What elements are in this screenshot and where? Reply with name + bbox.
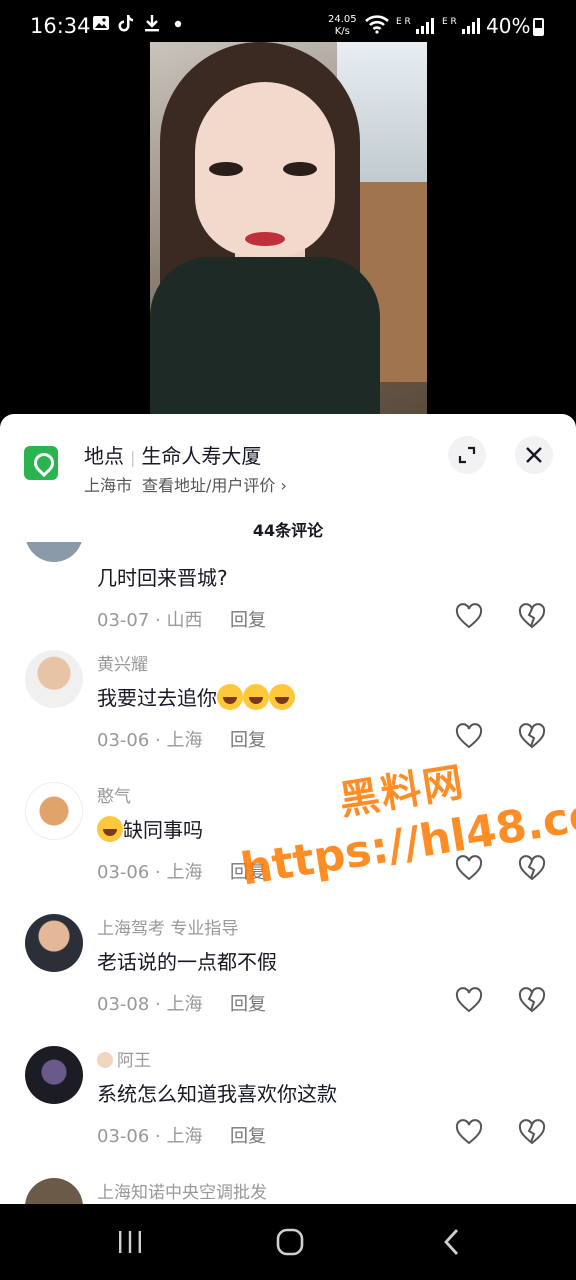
avatar[interactable]: [25, 650, 83, 708]
back-icon: [444, 1229, 459, 1255]
avatar[interactable]: [25, 782, 83, 840]
network-speed: 24.05 K/s: [328, 14, 357, 37]
dot-icon: [174, 14, 182, 37]
reply-button[interactable]: 回复: [230, 990, 266, 1016]
location-reviews-link[interactable]: 查看地址/用户评价 ›: [142, 476, 287, 495]
laughing-emoji-icon: [217, 684, 243, 710]
clock: 16:34: [30, 14, 91, 38]
like-heart-icon[interactable]: [455, 723, 483, 751]
comment-list: 几时回来晋城? 03-07 · 山西 回复 黄兴耀 我要过去追你 03-06 ·…: [0, 542, 576, 1204]
comment-author[interactable]: 阿王: [97, 1046, 151, 1071]
dislike-heart-icon[interactable]: [518, 987, 546, 1015]
comment-meta: 03-07 · 山西: [97, 610, 203, 631]
like-heart-icon[interactable]: [455, 1119, 483, 1147]
laughing-emoji-icon: [243, 684, 269, 710]
location-title: 地点 | 生命人寿大厦: [84, 440, 261, 469]
reply-button[interactable]: 回复: [230, 606, 266, 632]
signal-icon: E R: [442, 14, 482, 41]
comment-item[interactable]: 上海知诺中央空调批发: [0, 1178, 576, 1204]
comment-text: 老话说的一点都不假: [97, 950, 277, 974]
home-icon: [276, 1228, 304, 1256]
like-heart-icon[interactable]: [455, 603, 483, 631]
close-icon: [526, 447, 542, 463]
comment-count: 44条评论: [252, 521, 324, 540]
comment-item[interactable]: 几时回来晋城? 03-07 · 山西 回复: [0, 542, 576, 662]
video-person-face: [195, 82, 335, 257]
comment-item[interactable]: 黄兴耀 我要过去追你 03-06 · 上海 回复: [0, 650, 576, 782]
video-frame: [150, 42, 427, 422]
back-button[interactable]: [422, 1222, 482, 1262]
recent-apps-icon: [119, 1231, 141, 1253]
like-heart-icon[interactable]: [455, 987, 483, 1015]
location-header[interactable]: 地点 | 生命人寿大厦 上海市 查看地址/用户评价 ›: [0, 414, 576, 504]
battery-level-fill: [535, 28, 542, 34]
dislike-heart-icon[interactable]: [518, 723, 546, 751]
comment-author[interactable]: 憨气: [97, 782, 131, 807]
location-divider: |: [130, 448, 136, 467]
comment-sheet: 地点 | 生命人寿大厦 上海市 查看地址/用户评价 › 44条评论 几时回来晋城? 0…: [0, 414, 576, 1204]
person-emoji-icon: [97, 1052, 113, 1068]
wifi-icon: [364, 14, 390, 39]
video-person-lips: [245, 232, 285, 246]
download-icon: [144, 14, 160, 37]
recent-apps-button[interactable]: [100, 1222, 160, 1262]
avatar[interactable]: [25, 1178, 83, 1204]
location-subtitle: 上海市 查看地址/用户评价 ›: [84, 472, 287, 496]
comment-author[interactable]: 黄兴耀: [97, 650, 148, 675]
comment-author[interactable]: 上海驾考 专业指导: [97, 914, 238, 939]
comment-meta: 03-06 · 上海: [97, 1126, 203, 1147]
comment-item[interactable]: 憨气 缺同事吗 03-06 · 上海 回复: [0, 782, 576, 914]
location-pin-icon: [24, 446, 58, 480]
shy-emoji-icon: [97, 816, 123, 842]
like-heart-icon[interactable]: [455, 855, 483, 883]
comment-text: 系统怎么知道我喜欢你这款: [97, 1082, 337, 1106]
comment-item[interactable]: 上海驾考 专业指导 老话说的一点都不假 03-08 · 上海 回复: [0, 914, 576, 1046]
expand-button[interactable]: [448, 436, 486, 474]
comment-item[interactable]: 阿王 系统怎么知道我喜欢你这款 03-06 · 上海 回复: [0, 1046, 576, 1178]
tiktok-icon: [118, 14, 134, 37]
dislike-heart-icon[interactable]: [518, 1119, 546, 1147]
gallery-icon: [92, 14, 110, 37]
expand-icon: [458, 446, 476, 464]
reply-button[interactable]: 回复: [230, 1122, 266, 1148]
avatar[interactable]: [25, 914, 83, 972]
location-city: 上海市: [84, 476, 133, 495]
location-label: 地点: [84, 444, 124, 468]
reply-button[interactable]: 回复: [230, 858, 266, 884]
avatar[interactable]: [25, 542, 83, 562]
comment-author[interactable]: 上海知诺中央空调批发: [97, 1178, 267, 1203]
dislike-heart-icon[interactable]: [518, 855, 546, 883]
avatar[interactable]: [25, 1046, 83, 1104]
laughing-emoji-icon: [269, 684, 295, 710]
reply-button[interactable]: 回复: [230, 726, 266, 752]
video-person-eye: [209, 162, 243, 176]
home-button[interactable]: [260, 1222, 320, 1262]
location-name: 生命人寿大厦: [141, 444, 262, 468]
comment-text: 我要过去追你: [97, 682, 295, 711]
signal-icon: E R: [396, 14, 436, 41]
comment-meta: 03-08 · 上海: [97, 994, 203, 1015]
battery-percent: 40%: [486, 14, 531, 38]
close-button[interactable]: [515, 436, 553, 474]
svg-text:E R: E R: [396, 17, 411, 27]
battery-icon: [533, 18, 544, 36]
dislike-heart-icon[interactable]: [518, 603, 546, 631]
video-person-body: [150, 257, 380, 422]
comment-meta: 03-06 · 上海: [97, 862, 203, 883]
video-player[interactable]: [0, 42, 576, 422]
comment-text: 几时回来晋城?: [97, 566, 228, 590]
navigation-bar: [0, 1204, 576, 1280]
comment-meta: 03-06 · 上海: [97, 730, 203, 751]
comment-text: 缺同事吗: [97, 814, 203, 843]
svg-text:E R: E R: [442, 17, 457, 27]
video-person-eye: [283, 162, 317, 176]
